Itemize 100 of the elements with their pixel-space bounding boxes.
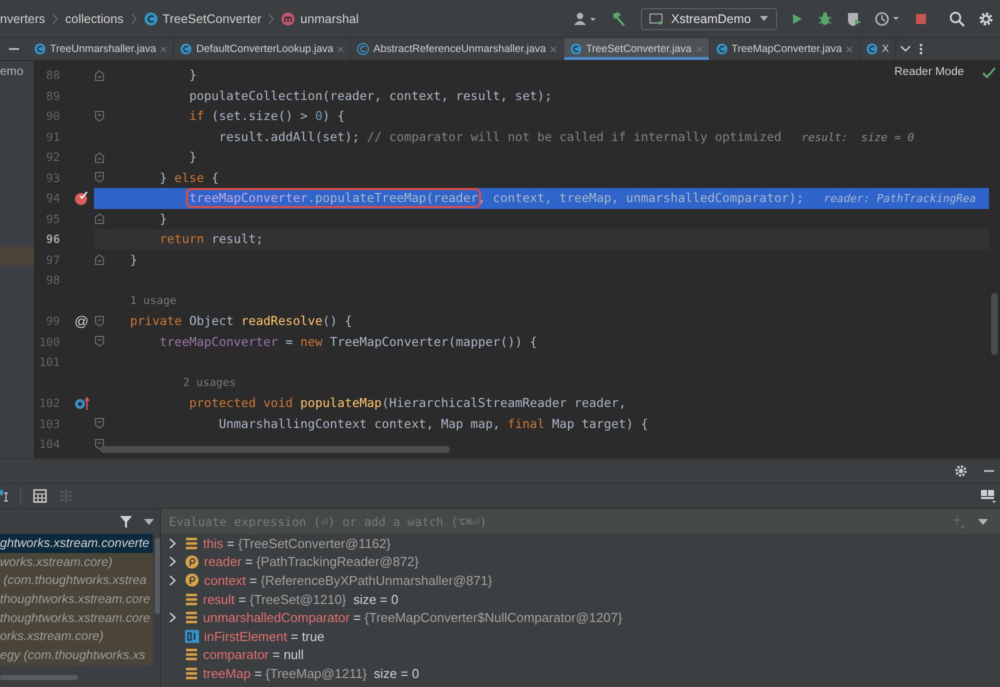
- fold-icon[interactable]: [95, 336, 104, 348]
- line-number: 88: [46, 68, 60, 82]
- user-icon[interactable]: [573, 10, 598, 26]
- check-icon: [982, 67, 996, 79]
- dropdown-icon[interactable]: [978, 518, 988, 524]
- chevron-icon: [130, 12, 137, 24]
- expand-icon[interactable]: [169, 612, 176, 624]
- line-number: 94: [46, 191, 60, 206]
- profiler-icon[interactable]: [875, 10, 901, 26]
- settings-icon[interactable]: [954, 464, 968, 478]
- breadcrumb[interactable]: TreeSetConverter: [162, 12, 262, 26]
- code-line: UnmarshallingContext context, Map map, final Map target) {: [218, 416, 648, 431]
- line-number: 99: [46, 314, 60, 328]
- breakpoint-icon[interactable]: [74, 190, 89, 206]
- chevron-icon: [268, 12, 274, 24]
- close-icon[interactable]: [550, 46, 557, 52]
- expand-icon[interactable]: [169, 556, 176, 568]
- code-line: }: [188, 68, 197, 82]
- run-icon[interactable]: [790, 12, 804, 26]
- line-number: 91: [46, 130, 60, 144]
- reader-mode-button[interactable]: Reader Mode: [894, 66, 964, 78]
- variable-entry[interactable]: inFirstElement = true: [204, 628, 324, 644]
- coverage-icon[interactable]: [846, 10, 862, 26]
- line-number: 92: [46, 150, 60, 164]
- calculator-icon[interactable]: [33, 489, 47, 503]
- vertical-scrollbar[interactable]: [991, 293, 998, 355]
- file-tab[interactable]: DefaultConverterLookup.java: [174, 38, 352, 60]
- line-number: 93: [46, 170, 60, 185]
- code-line: treeMapConverter = new TreeMapConverter(mapper()) {: [158, 334, 538, 349]
- stack-frame[interactable]: ghtworks.xstream.converte: [0, 534, 153, 553]
- file-tab[interactable]: TreeSetConverter.java: [564, 38, 710, 60]
- code-line: }: [130, 252, 138, 267]
- line-number: 89: [46, 88, 60, 103]
- file-tab[interactable]: TreeMapConverter.java: [710, 38, 860, 60]
- breadcrumb[interactable]: unmarshal: [300, 12, 359, 26]
- run-configuration-dropdown[interactable]: XstreamDemo: [641, 8, 777, 30]
- line-number: 98: [46, 273, 60, 288]
- line-number: 96: [46, 232, 60, 246]
- file-tab[interactable]: TreeUnmarshaller.java: [28, 38, 174, 60]
- code-line: }: [158, 212, 168, 226]
- unfold-icon[interactable]: [95, 152, 104, 163]
- caret-icon: [759, 16, 769, 22]
- window-icon: [649, 12, 664, 24]
- variable-entry[interactable]: context = {ReferenceByXPathUnmarshaller@871}: [204, 572, 492, 588]
- dropdown-icon[interactable]: [144, 518, 154, 524]
- unfold-icon[interactable]: [95, 70, 104, 81]
- project-label: emo: [0, 64, 24, 78]
- code-line: return result;: [158, 232, 264, 246]
- variable-entry[interactable]: unmarshalledComparator = {TreeMapConverter$NullComparator@1207}: [203, 610, 622, 626]
- variable-entry[interactable]: result = {TreeSet@1210} size = 0: [203, 592, 398, 607]
- breadcrumb[interactable]: collections: [65, 12, 124, 26]
- code-line: result.addAll(set); // comparator will not be called if internally optimized result: size = 0: [218, 130, 914, 144]
- project-selection: [0, 247, 34, 265]
- line-number: 102: [39, 396, 60, 410]
- line-number: 97: [46, 252, 60, 267]
- close-icon[interactable]: [846, 46, 853, 52]
- code-line: } else {: [158, 170, 219, 185]
- fold-icon[interactable]: [95, 110, 104, 122]
- bug-icon[interactable]: [817, 10, 833, 26]
- breadcrumb[interactable]: nverters: [0, 12, 46, 26]
- frames-scrollbar[interactable]: [155, 538, 160, 614]
- code-line: protected void populateMap(HierarchicalStreamReader reader,: [188, 396, 626, 410]
- override-icon[interactable]: [74, 396, 90, 411]
- line-number: 104: [39, 437, 60, 452]
- more-icon[interactable]: [918, 42, 923, 56]
- close-icon[interactable]: [337, 46, 344, 52]
- file-tab[interactable]: X: [860, 38, 896, 60]
- settings-icon[interactable]: [978, 10, 994, 26]
- fold-icon[interactable]: [95, 418, 104, 430]
- code-line: if (set.size() > 0) {: [188, 109, 345, 124]
- code-line: }: [188, 150, 197, 164]
- code-line: populateCollection(reader, context, result, set);: [188, 88, 552, 103]
- search-icon[interactable]: [949, 10, 965, 26]
- close-icon[interactable]: [160, 46, 168, 52]
- layout-icon[interactable]: [980, 488, 996, 504]
- fold-icon[interactable]: [95, 316, 104, 327]
- unfold-icon[interactable]: [95, 254, 104, 266]
- expand-icon[interactable]: [169, 538, 176, 549]
- expand-icon[interactable]: [169, 574, 176, 586]
- horizontal-scrollbar[interactable]: [100, 446, 450, 453]
- variable-entry[interactable]: comparator = null: [203, 647, 304, 662]
- line-number: 100: [39, 334, 60, 349]
- variable-entry[interactable]: treeMap = {TreeMap@1211} size = 0: [203, 666, 420, 681]
- frames-horizontal-scrollbar[interactable]: [0, 675, 78, 680]
- line-number: 90: [46, 109, 60, 124]
- line-number: 95: [46, 212, 60, 226]
- fold-icon[interactable]: [95, 438, 104, 450]
- filter-icon[interactable]: [120, 516, 132, 528]
- code-line: private Object readResolve() {: [130, 314, 352, 328]
- line-number: 101: [39, 355, 60, 370]
- chevron-icon: [52, 12, 58, 24]
- cursor-icon[interactable]: [0, 489, 8, 503]
- annotation-marker[interactable]: @: [74, 313, 89, 330]
- fold-icon[interactable]: [95, 172, 104, 184]
- unfold-icon[interactable]: [95, 213, 104, 224]
- line-number: 103: [39, 416, 60, 431]
- variable-entry[interactable]: this = {TreeSetConverter@1162}: [203, 536, 391, 551]
- variable-entry[interactable]: reader = {PathTrackingReader@872}: [204, 554, 419, 570]
- tab-list-icon[interactable]: [900, 45, 911, 53]
- stop-icon[interactable]: [914, 12, 928, 26]
